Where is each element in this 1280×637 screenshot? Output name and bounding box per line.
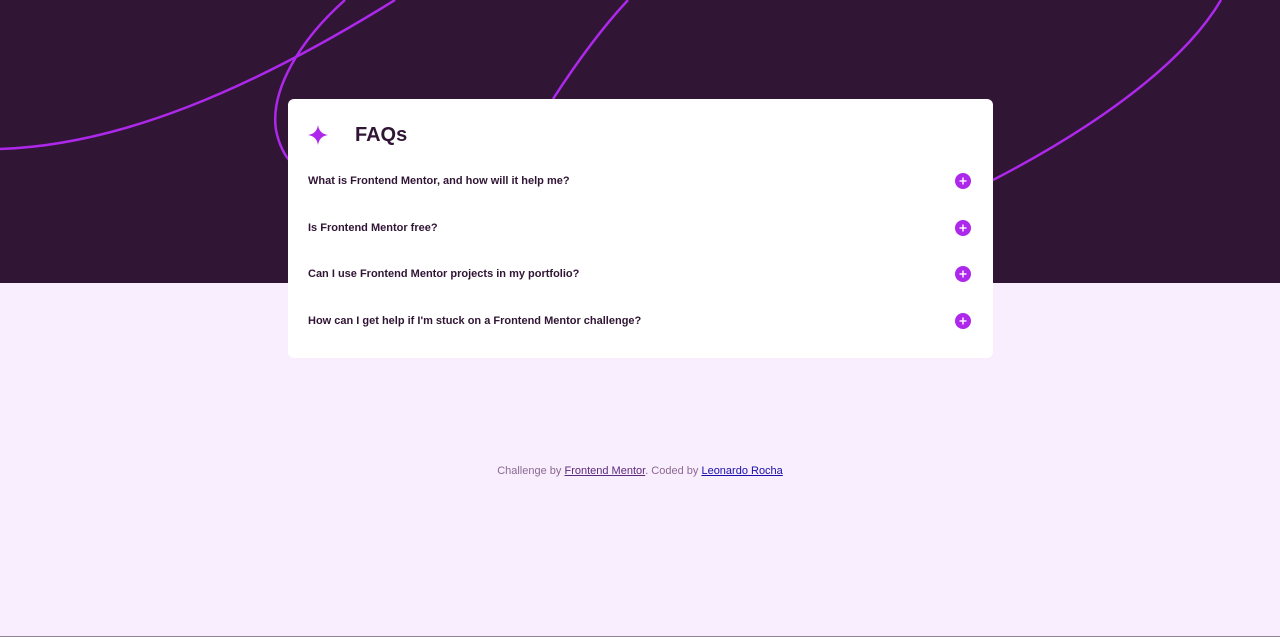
plus-icon[interactable] xyxy=(955,173,971,189)
faq-card: FAQs What is Frontend Mentor, and how wi… xyxy=(288,99,993,358)
frontend-mentor-link[interactable]: Frontend Mentor xyxy=(564,465,645,477)
footer-prefix: Challenge by xyxy=(497,465,565,477)
plus-icon[interactable] xyxy=(955,266,971,283)
faq-item-1[interactable]: What is Frontend Mentor, and how will it… xyxy=(308,169,971,216)
author-link[interactable]: Leonardo Rocha xyxy=(701,465,782,477)
faq-question: How can I get help if I'm stuck on a Fro… xyxy=(308,314,642,327)
faq-list: What is Frontend Mentor, and how will it… xyxy=(308,169,971,355)
faq-item-3[interactable]: Can I use Frontend Mentor projects in my… xyxy=(308,262,971,309)
plus-icon[interactable] xyxy=(955,219,971,236)
attribution-footer: Challenge by Frontend Mentor. Coded by L… xyxy=(0,463,1280,479)
star-icon xyxy=(308,125,328,145)
plus-icon[interactable] xyxy=(955,312,971,329)
faq-question: Is Frontend Mentor free? xyxy=(308,221,438,234)
page: FAQs What is Frontend Mentor, and how wi… xyxy=(0,0,1280,637)
faq-item-4[interactable]: How can I get help if I'm stuck on a Fro… xyxy=(308,309,971,356)
faq-question: Can I use Frontend Mentor projects in my… xyxy=(308,268,580,281)
faq-item-2[interactable]: Is Frontend Mentor free? xyxy=(308,216,971,263)
faq-header: FAQs xyxy=(308,123,407,147)
faq-question: What is Frontend Mentor, and how will it… xyxy=(308,175,570,187)
page-title: FAQs xyxy=(355,124,408,146)
footer-middle: . Coded by xyxy=(645,465,702,477)
